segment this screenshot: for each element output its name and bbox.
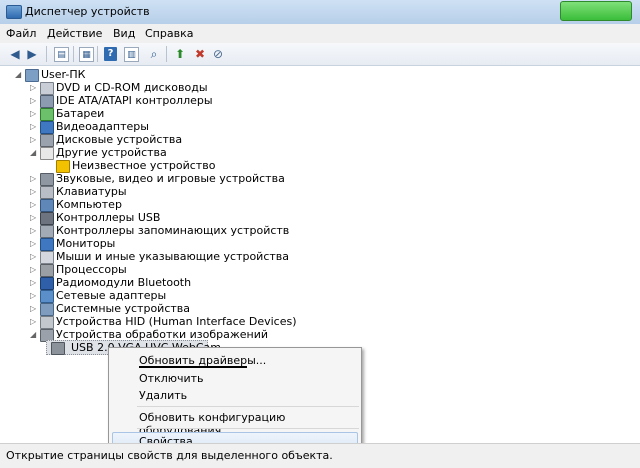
tree-item[interactable]: ▷ Сетевые адаптеры (30, 289, 330, 303)
menu-uninstall[interactable]: Удалить (139, 389, 187, 402)
uninstall-device-icon[interactable]: ✖ (192, 46, 208, 62)
tree-item-label: Мыши и иные указывающие устройства (56, 250, 290, 263)
tree-item-label: Устройства HID (Human Interface Devices) (56, 315, 297, 328)
expanded-arrow-icon[interactable]: ◢ (30, 146, 38, 159)
collapsed-arrow-icon[interactable]: ▷ (30, 94, 38, 107)
menu-help[interactable]: Справка (145, 27, 193, 40)
toolbar: ◀ ▶ ▤ ▦ ? ▥ ⌕ ⬆ ✖ ⊘ (0, 43, 640, 66)
collapsed-arrow-icon[interactable]: ▷ (30, 237, 38, 250)
menu-file[interactable]: Файл (6, 27, 36, 40)
tree-item[interactable]: ▷ Радиомодули Bluetooth (30, 276, 330, 290)
forward-arrow-icon[interactable]: ▶ (24, 46, 40, 62)
tree-item[interactable]: ▷ IDE ATA/ATAPI контроллеры (30, 94, 330, 108)
toolbar-separator (46, 46, 47, 62)
collapsed-arrow-icon[interactable]: ▷ (30, 81, 38, 94)
expanded-arrow-icon[interactable]: ◢ (30, 328, 38, 341)
tree-item[interactable]: ▷ Мыши и иные указывающие устройства (30, 250, 360, 264)
tree-item-label: Батареи (56, 107, 105, 120)
tree-item-label: Компьютер (56, 198, 122, 211)
back-arrow-icon[interactable]: ◀ (7, 46, 23, 62)
tree-item-label: Контроллеры запоминающих устройств (56, 224, 290, 237)
disable-device-icon[interactable]: ⊘ (210, 46, 226, 62)
collapsed-arrow-icon[interactable]: ▷ (30, 172, 38, 185)
status-text: Открытие страницы свойств для выделенног… (6, 449, 333, 462)
tree-item-label: Клавиатуры (56, 185, 127, 198)
tree-item-label: Другие устройства (56, 146, 167, 159)
webcam-icon (51, 342, 65, 355)
tree-item-label: Радиомодули Bluetooth (56, 276, 192, 289)
collapsed-arrow-icon[interactable]: ▷ (30, 276, 38, 289)
device-manager-icon (6, 5, 22, 19)
action-pane-icon[interactable]: ▥ (124, 47, 139, 62)
tree-item[interactable]: ▷ Компьютер (30, 198, 330, 212)
tree-item[interactable]: ▷ Контроллеры запоминающих устройств (30, 224, 360, 238)
tree-item[interactable]: ◢ Другие устройства (30, 146, 330, 160)
tree-item[interactable]: ▷ Процессоры (30, 263, 330, 277)
tree-item-label: IDE ATA/ATAPI контроллеры (56, 94, 213, 107)
toolbar-separator (97, 46, 98, 62)
tree-item[interactable]: ▷ Видеоадаптеры (30, 120, 330, 134)
collapsed-arrow-icon[interactable]: ▷ (30, 224, 38, 237)
window-title: Диспетчер устройств (25, 5, 150, 18)
tree-root[interactable]: ◢ User-ПК (15, 68, 215, 82)
context-menu: Обновить драйверы... Отключить Удалить О… (108, 347, 362, 455)
collapsed-arrow-icon[interactable]: ▷ (30, 107, 38, 120)
collapsed-arrow-icon[interactable]: ▷ (30, 198, 38, 211)
collapsed-arrow-icon[interactable]: ▷ (30, 133, 38, 146)
update-driver-icon[interactable]: ⬆ (172, 46, 188, 62)
collapsed-arrow-icon[interactable]: ▷ (30, 120, 38, 133)
tree-item[interactable]: Неизвестное устройство (46, 159, 346, 173)
tree-item[interactable]: ▷ Клавиатуры (30, 185, 330, 199)
window-controls[interactable] (560, 1, 632, 21)
tree-item[interactable]: ▷ Дисковые устройства (30, 133, 330, 147)
tree-item[interactable]: ▷ Мониторы (30, 237, 330, 251)
tree-item-label: DVD и CD-ROM дисководы (56, 81, 208, 94)
help-icon[interactable]: ? (104, 47, 117, 61)
expanded-arrow-icon[interactable]: ◢ (15, 68, 23, 81)
menu-view[interactable]: Вид (113, 27, 135, 40)
title-bar: Диспетчер устройств (0, 0, 640, 25)
tree-item-label: Процессоры (56, 263, 127, 276)
tree-item[interactable]: ▷ Устройства HID (Human Interface Device… (30, 315, 360, 329)
tree-item-label: Дисковые устройства (56, 133, 183, 146)
tree-item-label: Мониторы (56, 237, 116, 250)
menu-disable[interactable]: Отключить (139, 372, 204, 385)
collapsed-arrow-icon[interactable]: ▷ (30, 302, 38, 315)
menu-bar: Файл Действие Вид Справка (0, 24, 640, 44)
status-bar: Открытие страницы свойств для выделенног… (0, 443, 640, 468)
tree-item[interactable]: ▷ Батареи (30, 107, 330, 121)
tree-item[interactable]: ▷ Звуковые, видео и игровые устройства (30, 172, 350, 186)
tree-item-label: Сетевые адаптеры (56, 289, 167, 302)
tree-item-label: Системные устройства (56, 302, 190, 315)
collapsed-arrow-icon[interactable]: ▷ (30, 211, 38, 224)
tree-item[interactable]: ▷ Системные устройства (30, 302, 330, 316)
tree-item-label: Видеоадаптеры (56, 120, 149, 133)
menu-separator (137, 406, 359, 407)
collapsed-arrow-icon[interactable]: ▷ (30, 185, 38, 198)
menu-action[interactable]: Действие (47, 27, 102, 40)
tree-root-label: User-ПК (41, 68, 86, 81)
toolbar-separator (73, 46, 74, 62)
properties-icon[interactable]: ▦ (79, 47, 94, 62)
collapsed-arrow-icon[interactable]: ▷ (30, 250, 38, 263)
collapsed-arrow-icon[interactable]: ▷ (30, 263, 38, 276)
underline-mark (139, 366, 247, 368)
menu-separator (137, 428, 359, 429)
collapsed-arrow-icon[interactable]: ▷ (30, 315, 38, 328)
tree-item-label: Неизвестное устройство (72, 159, 216, 172)
toolbar-separator (166, 46, 167, 62)
tree-item-label: Контроллеры USB (56, 211, 161, 224)
collapsed-arrow-icon[interactable]: ▷ (30, 289, 38, 302)
scan-hardware-icon[interactable]: ⌕ (146, 46, 162, 62)
tree-item[interactable]: ▷ Контроллеры USB (30, 211, 330, 225)
tree-item[interactable]: ▷ DVD и CD-ROM дисководы (30, 81, 330, 95)
show-hide-tree-icon[interactable]: ▤ (54, 47, 69, 62)
tree-item-label: Звуковые, видео и игровые устройства (56, 172, 285, 185)
